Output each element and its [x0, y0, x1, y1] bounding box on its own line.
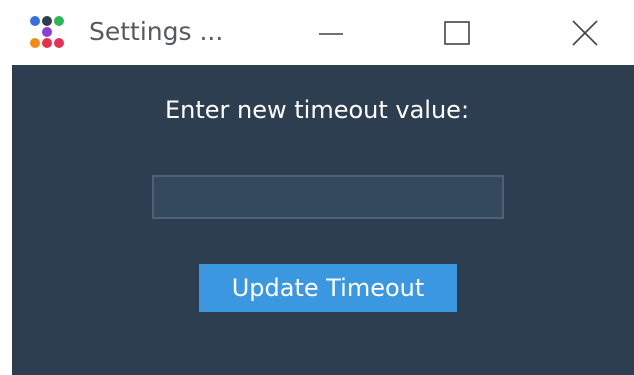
app-icon: [28, 14, 66, 50]
close-icon: [572, 19, 598, 46]
close-button[interactable]: [545, 0, 625, 65]
minimize-button[interactable]: [291, 0, 371, 65]
title-bar[interactable]: Settings ...: [0, 0, 634, 65]
maximize-icon: [444, 20, 470, 45]
minimize-icon: [319, 32, 343, 35]
update-timeout-button[interactable]: Update Timeout: [199, 264, 457, 312]
settings-window: Settings ... Enter new timeout value: Up…: [0, 0, 634, 375]
timeout-input[interactable]: [152, 175, 504, 219]
window-title: Settings ...: [89, 17, 224, 46]
dialog-body: Enter new timeout value: Update Timeout: [12, 65, 634, 375]
timeout-prompt-label: Enter new timeout value:: [164, 96, 470, 124]
maximize-button[interactable]: [417, 0, 497, 65]
